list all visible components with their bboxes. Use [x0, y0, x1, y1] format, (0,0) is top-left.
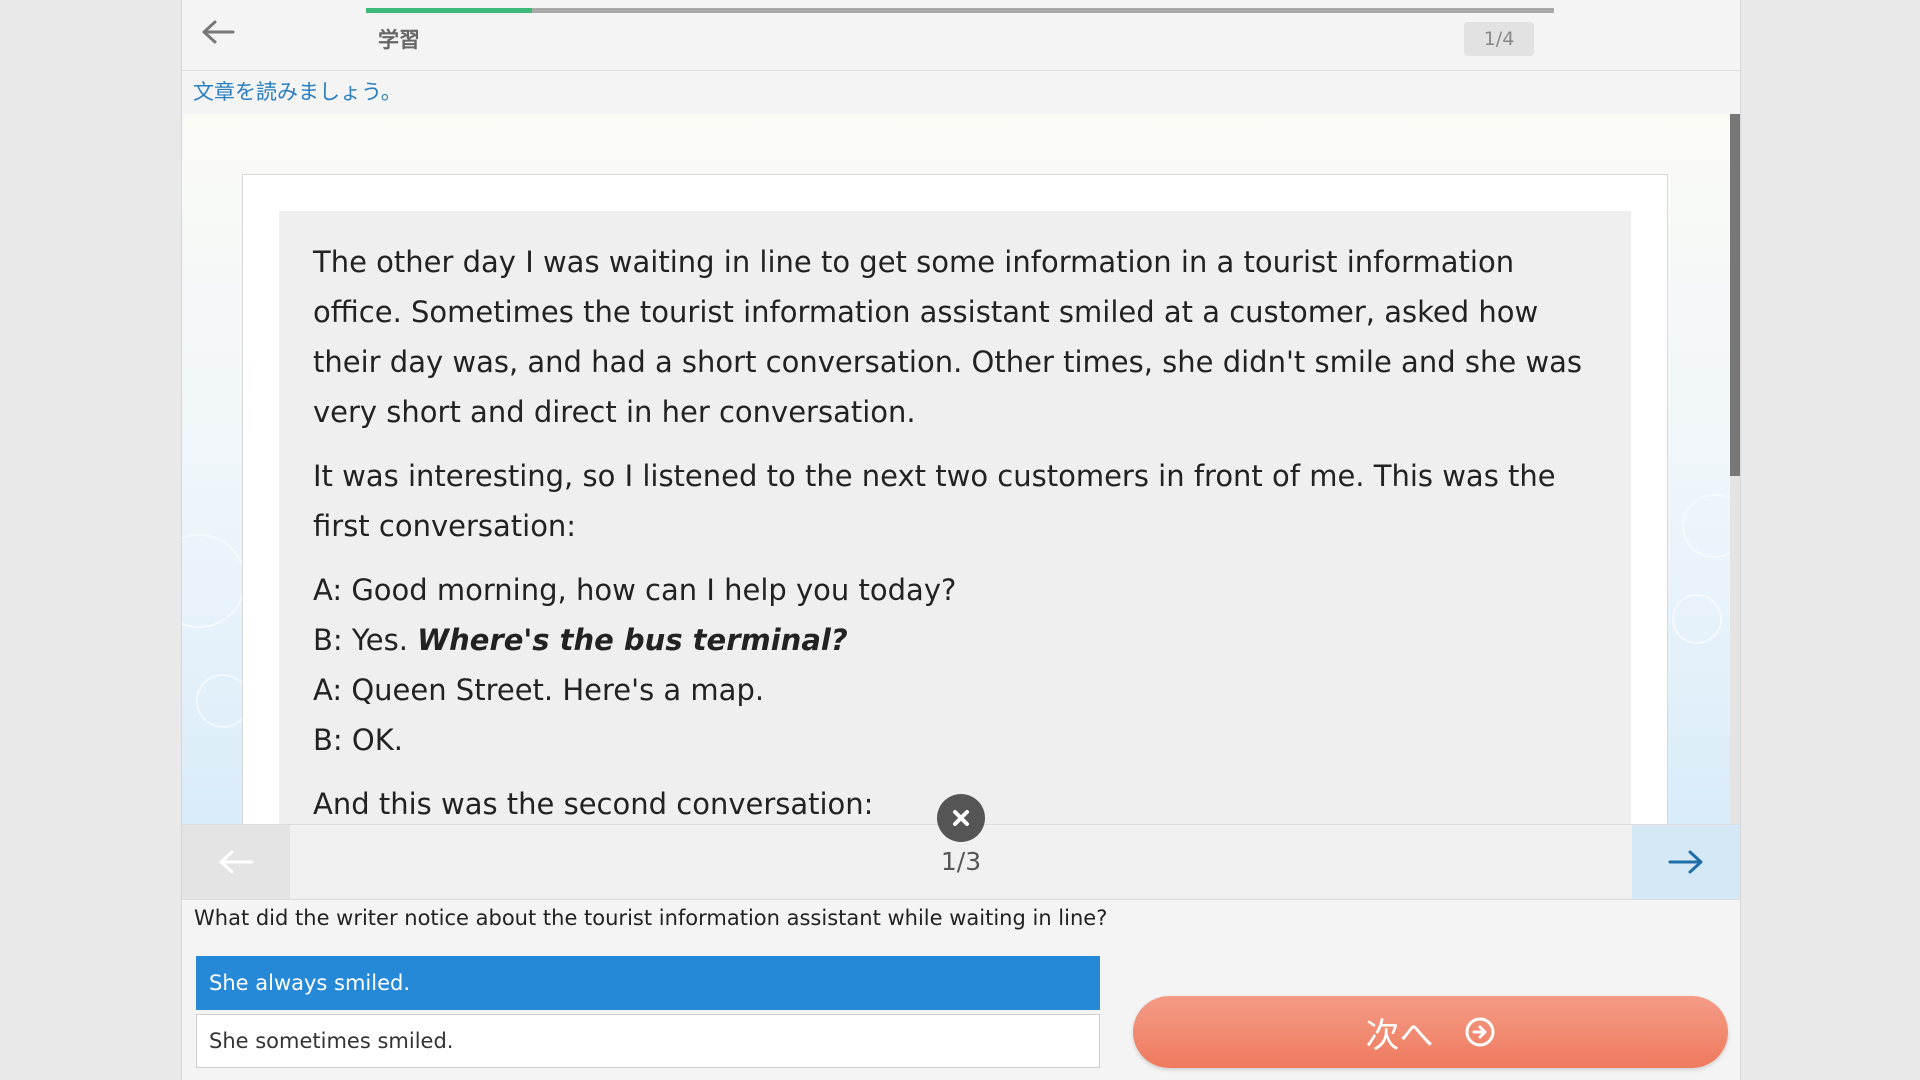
circle-arrow-right-icon	[1465, 1017, 1494, 1047]
passage-paragraph: It was interesting, so I listened to the…	[313, 459, 1556, 543]
dialogue-line: B: OK.	[313, 723, 403, 757]
answer-option[interactable]: She always smiled.	[196, 956, 1100, 1010]
dialogue-line: A: Queen Street. Here's a map.	[313, 673, 765, 707]
passage-panel[interactable]: The other day I was waiting in line to g…	[279, 211, 1631, 824]
answer-option[interactable]: She sometimes smiled.	[196, 1014, 1100, 1068]
instruction-text: 文章を読みましょう。	[193, 80, 402, 104]
dialogue-prefix: B: Yes.	[313, 623, 418, 657]
background-decoration	[182, 534, 246, 628]
dialogue-line: A: Good morning, how can I help you toda…	[313, 573, 957, 607]
emphasized-phrase: Where's the bus terminal?	[417, 623, 848, 657]
arrow-right-icon	[1668, 850, 1703, 874]
top-bar: 学習 1/4	[182, 0, 1740, 71]
background-decoration	[1672, 594, 1722, 644]
progress-fill	[366, 8, 533, 13]
next-button-label: 次へ	[1365, 1015, 1434, 1056]
reading-area: The other day I was waiting in line to g…	[182, 114, 1740, 824]
page-title: 学習	[378, 28, 420, 52]
app-window: 学習 1/4 文章を読みましょう。 The other day I was wa…	[181, 0, 1741, 1080]
close-button[interactable]	[937, 794, 985, 842]
question-text: What did the writer notice about the tou…	[194, 906, 1108, 930]
arrow-left-icon	[202, 20, 235, 44]
passage-paragraph: The other day I was waiting in line to g…	[313, 245, 1582, 429]
page-counter-badge: 1/4	[1464, 22, 1534, 56]
passage-text: The other day I was waiting in line to g…	[313, 237, 1603, 824]
question-counter: 1/3	[940, 847, 982, 876]
progress-bar	[366, 8, 1554, 13]
next-button[interactable]: 次へ	[1133, 996, 1728, 1068]
scrollbar[interactable]	[1730, 114, 1740, 824]
scrollbar-thumb[interactable]	[1730, 114, 1740, 476]
next-question-button[interactable]	[1632, 825, 1740, 899]
dialogue-line: B: Yes. Where's the bus terminal?	[313, 615, 1603, 665]
dialogue: A: Good morning, how can I help you toda…	[313, 565, 1603, 765]
back-button[interactable]	[196, 12, 240, 52]
answer-options: She always smiled. She sometimes smiled.	[196, 956, 1100, 1072]
passage-card: The other day I was waiting in line to g…	[242, 174, 1668, 824]
close-icon	[953, 810, 969, 826]
